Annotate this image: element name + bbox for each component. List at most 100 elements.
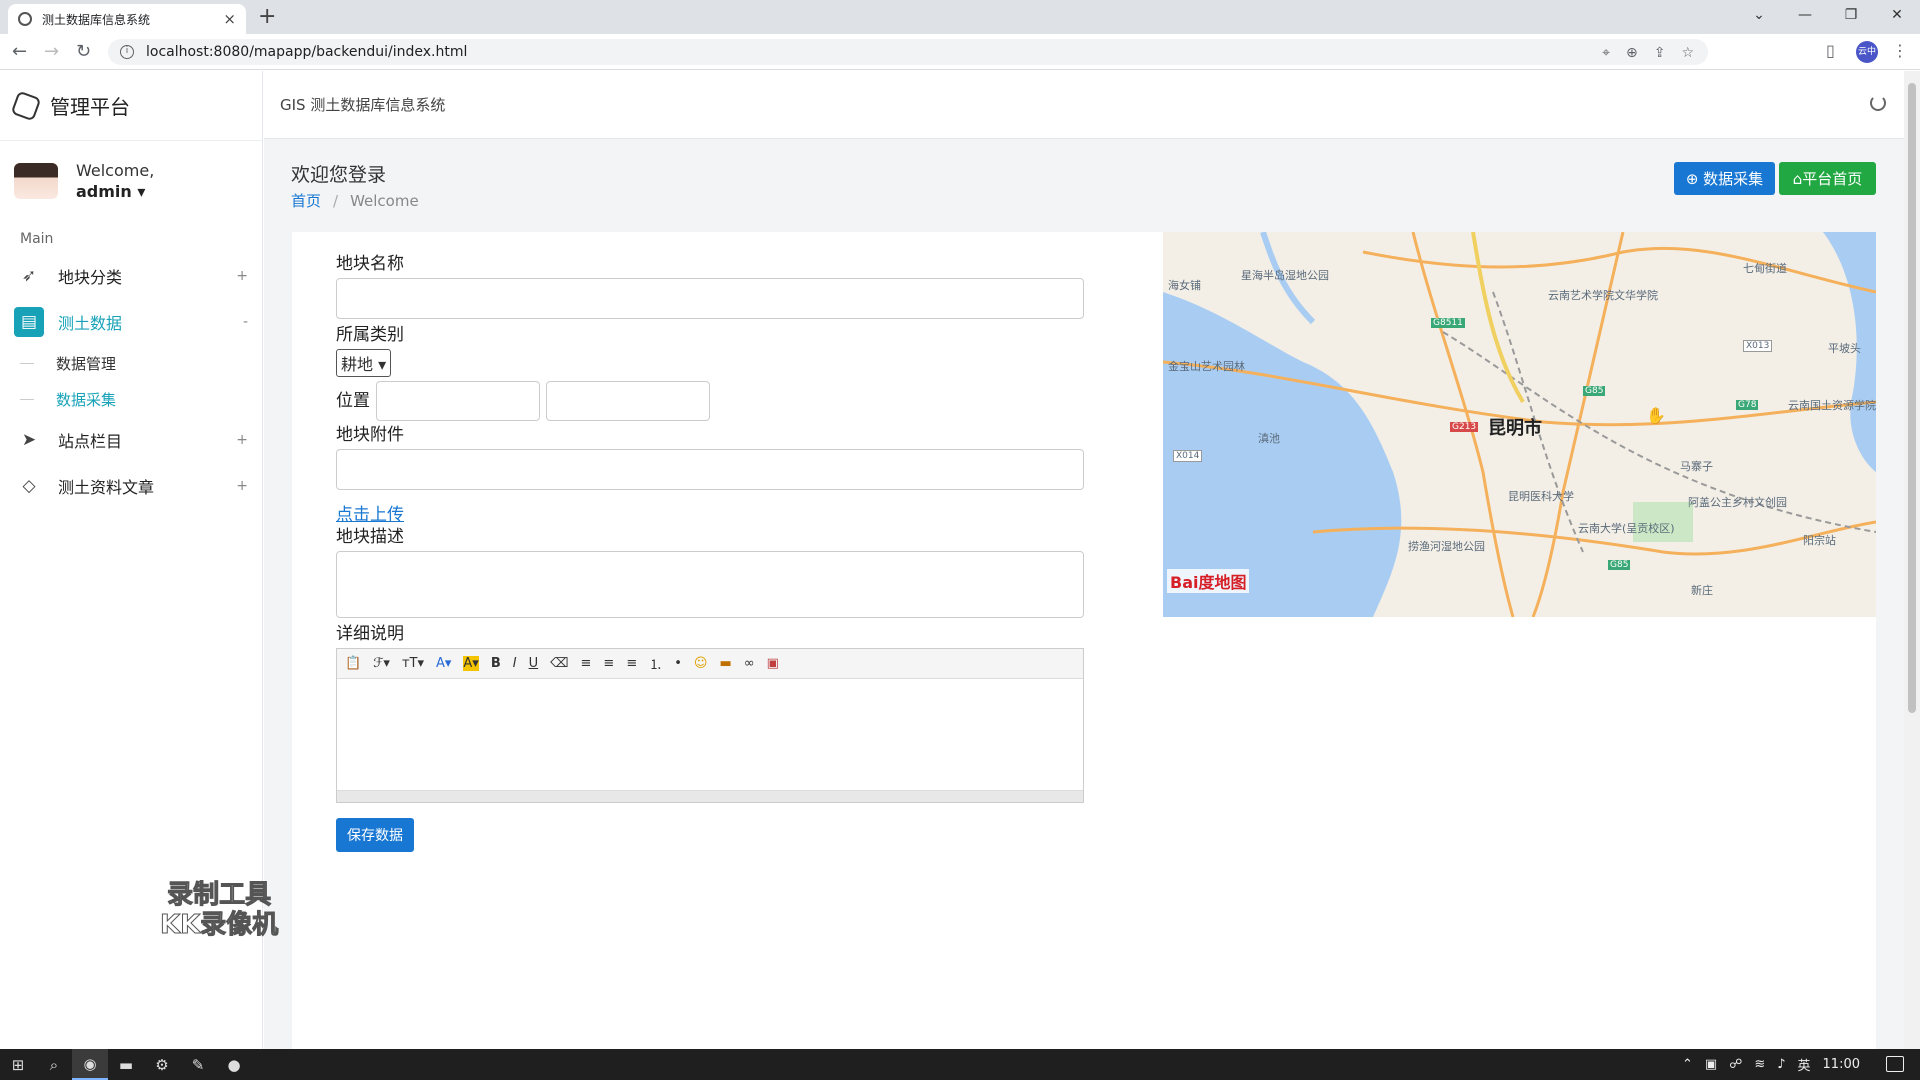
description-textarea[interactable] — [336, 551, 1084, 618]
save-button[interactable]: 保存数据 — [336, 818, 414, 852]
map-label: 马寨子 — [1680, 460, 1713, 473]
sidebar-subitem-data-management[interactable]: 数据管理 — [0, 345, 262, 381]
align-right-icon[interactable]: ≡ — [626, 656, 637, 671]
tray-expand-icon[interactable]: ⌃ — [1682, 1057, 1693, 1072]
share-icon[interactable]: ⇪ — [1654, 45, 1666, 61]
page-scrollbar[interactable] — [1904, 71, 1920, 1049]
attachment-input[interactable] — [336, 449, 1084, 490]
notification-icon[interactable] — [1886, 1056, 1904, 1072]
volume-icon[interactable]: ♪ — [1777, 1057, 1785, 1072]
location-icon[interactable]: ⌖ — [1602, 45, 1610, 61]
emoji-icon[interactable]: ☺ — [694, 656, 708, 671]
zoom-icon[interactable]: ⊕ — [1626, 45, 1638, 61]
editor-resize-handle[interactable] — [337, 790, 1083, 802]
sidebar-subitem-data-collection[interactable]: 数据采集 — [0, 381, 262, 417]
browser-menu-icon[interactable]: ⋮ — [1892, 41, 1908, 60]
side-panel-icon[interactable]: ▯ — [1826, 41, 1835, 60]
highlight-icon[interactable]: A▾ — [463, 656, 479, 671]
table-icon[interactable]: ▣ — [767, 656, 779, 671]
username-dropdown[interactable]: admin ▾ — [76, 182, 154, 201]
link-icon[interactable]: ∞ — [744, 656, 755, 671]
data-collection-button[interactable]: ⊕ 数据采集 — [1674, 162, 1775, 195]
ime-indicator[interactable]: 英 — [1798, 1055, 1811, 1074]
minimize-icon[interactable]: — — [1782, 7, 1828, 23]
sidebar-item-soil-articles[interactable]: ◇ 测土资料文章 + — [0, 463, 262, 509]
bold-icon[interactable]: B — [491, 656, 501, 671]
tab-title: 测土数据库信息系统 — [42, 12, 151, 27]
reload-icon[interactable]: ↻ — [76, 41, 91, 62]
image-icon[interactable]: ▬ — [719, 656, 731, 671]
close-window-icon[interactable]: ✕ — [1874, 7, 1920, 23]
settings-app-icon[interactable]: ⚙ — [144, 1049, 180, 1080]
restore-icon[interactable]: ❐ — [1828, 7, 1874, 23]
road-tag: X014 — [1173, 450, 1203, 462]
paste-icon[interactable]: 📋 — [345, 656, 361, 671]
road-tag: X013 — [1743, 340, 1773, 352]
url-field[interactable]: i localhost:8080/mapapp/backendui/index.… — [108, 39, 1708, 65]
map-city-label: 昆明市 — [1488, 418, 1542, 439]
recorder-app-icon[interactable]: ● — [216, 1049, 252, 1080]
road-tag: G78 — [1736, 400, 1759, 410]
breadcrumb-separator: / — [333, 192, 339, 210]
sidebar-item-plot-category[interactable]: ➶ 地块分类 + — [0, 253, 262, 299]
clock[interactable]: 11:00 — [1823, 1057, 1860, 1072]
map-view[interactable]: 昆明市 星海半岛湿地公园 云南艺术学院文华学院 七甸街道 金宝山艺术园林 滇池 … — [1163, 232, 1876, 617]
editor-body[interactable] — [337, 679, 1083, 790]
font-size-icon[interactable]: ᴛT▾ — [402, 656, 424, 671]
font-family-icon[interactable]: ℱ▾ — [373, 656, 390, 671]
green-app-icon[interactable]: ✎ — [180, 1049, 216, 1080]
ordered-list-icon[interactable]: ⒈ — [649, 654, 662, 673]
forward-icon[interactable]: → — [44, 41, 59, 62]
map-label: 阿盖公主乡村文创园 — [1688, 496, 1787, 509]
tab-close-icon[interactable]: × — [223, 10, 236, 28]
site-info-icon[interactable]: i — [120, 45, 134, 59]
chrome-app-icon[interactable]: ◉ — [72, 1049, 108, 1080]
back-icon[interactable]: ← — [12, 41, 27, 62]
windows-start-icon[interactable]: ⊞ — [0, 1049, 36, 1080]
scrollbar-thumb[interactable] — [1908, 83, 1916, 713]
baidu-map-logo: Bai度地图 — [1167, 569, 1250, 593]
sidebar-item-label: 地块分类 — [58, 268, 123, 287]
italic-icon[interactable]: I — [513, 656, 517, 671]
address-bar: ← → ↻ i localhost:8080/mapapp/backendui/… — [0, 34, 1920, 70]
bookmark-star-icon[interactable]: ☆ — [1681, 45, 1694, 61]
platform-home-button[interactable]: ⌂平台首页 — [1779, 162, 1876, 195]
power-icon[interactable] — [1870, 95, 1886, 111]
sidebar-item-soil-data[interactable]: ▤ 测土数据 - — [0, 299, 262, 345]
browser-tab[interactable]: 测土数据库信息系统 × — [8, 4, 246, 34]
category-select[interactable]: 耕地 ▾ — [336, 349, 392, 377]
wifi-icon[interactable]: ≋ — [1754, 1057, 1765, 1072]
file-explorer-icon[interactable]: ▬ — [108, 1049, 144, 1080]
plot-name-input[interactable] — [336, 278, 1084, 319]
underline-icon[interactable]: U — [529, 656, 539, 671]
detail-label: 详细说明 — [336, 624, 404, 644]
system-tray: ⌃ ▣ ☍ ≋ ♪ 英 11:00 — [1682, 1049, 1860, 1080]
search-icon[interactable]: ⌕ — [36, 1049, 72, 1080]
sidebar-item-label: 站点栏目 — [58, 432, 123, 451]
tray-app-icon[interactable]: ▣ — [1705, 1057, 1717, 1072]
upload-link[interactable]: 点击上传 — [336, 500, 1086, 525]
unordered-list-icon[interactable]: • — [674, 656, 682, 671]
align-left-icon[interactable]: ≡ — [581, 656, 592, 671]
map-label: 星海半岛湿地公园 — [1241, 269, 1329, 282]
longitude-input[interactable] — [376, 381, 540, 421]
watermark-line2: KK录像机 — [159, 910, 279, 941]
align-center-icon[interactable]: ≡ — [603, 656, 614, 671]
map-label: 云南大学(呈贡校区) — [1578, 522, 1675, 535]
profile-avatar[interactable]: 云中 — [1856, 41, 1878, 63]
breadcrumb-home-link[interactable]: 首页 — [291, 192, 321, 210]
map-label: 捞渔河湿地公园 — [1408, 540, 1485, 553]
book-icon: ▤ — [14, 307, 44, 337]
latitude-input[interactable] — [546, 381, 710, 421]
tab-search-icon[interactable]: ⌄ — [1736, 7, 1782, 23]
brand-name: 管理平台 — [50, 95, 130, 119]
page-title: 欢迎您登录 — [291, 164, 387, 186]
network-icon[interactable]: ☍ — [1729, 1057, 1742, 1072]
position-label: 位置 — [336, 391, 370, 411]
font-color-icon[interactable]: A▾ — [436, 656, 451, 671]
new-tab-button[interactable]: + — [258, 4, 276, 30]
sidebar-item-site-columns[interactable]: ➤ 站点栏目 + — [0, 417, 262, 463]
os-taskbar: ⊞ ⌕ ◉ ▬ ⚙ ✎ ● ⌃ ▣ ☍ ≋ ♪ 英 11:00 — [0, 1049, 1920, 1080]
map-label: 平坡头 — [1828, 342, 1861, 355]
eraser-icon[interactable]: ⌫ — [550, 656, 568, 671]
